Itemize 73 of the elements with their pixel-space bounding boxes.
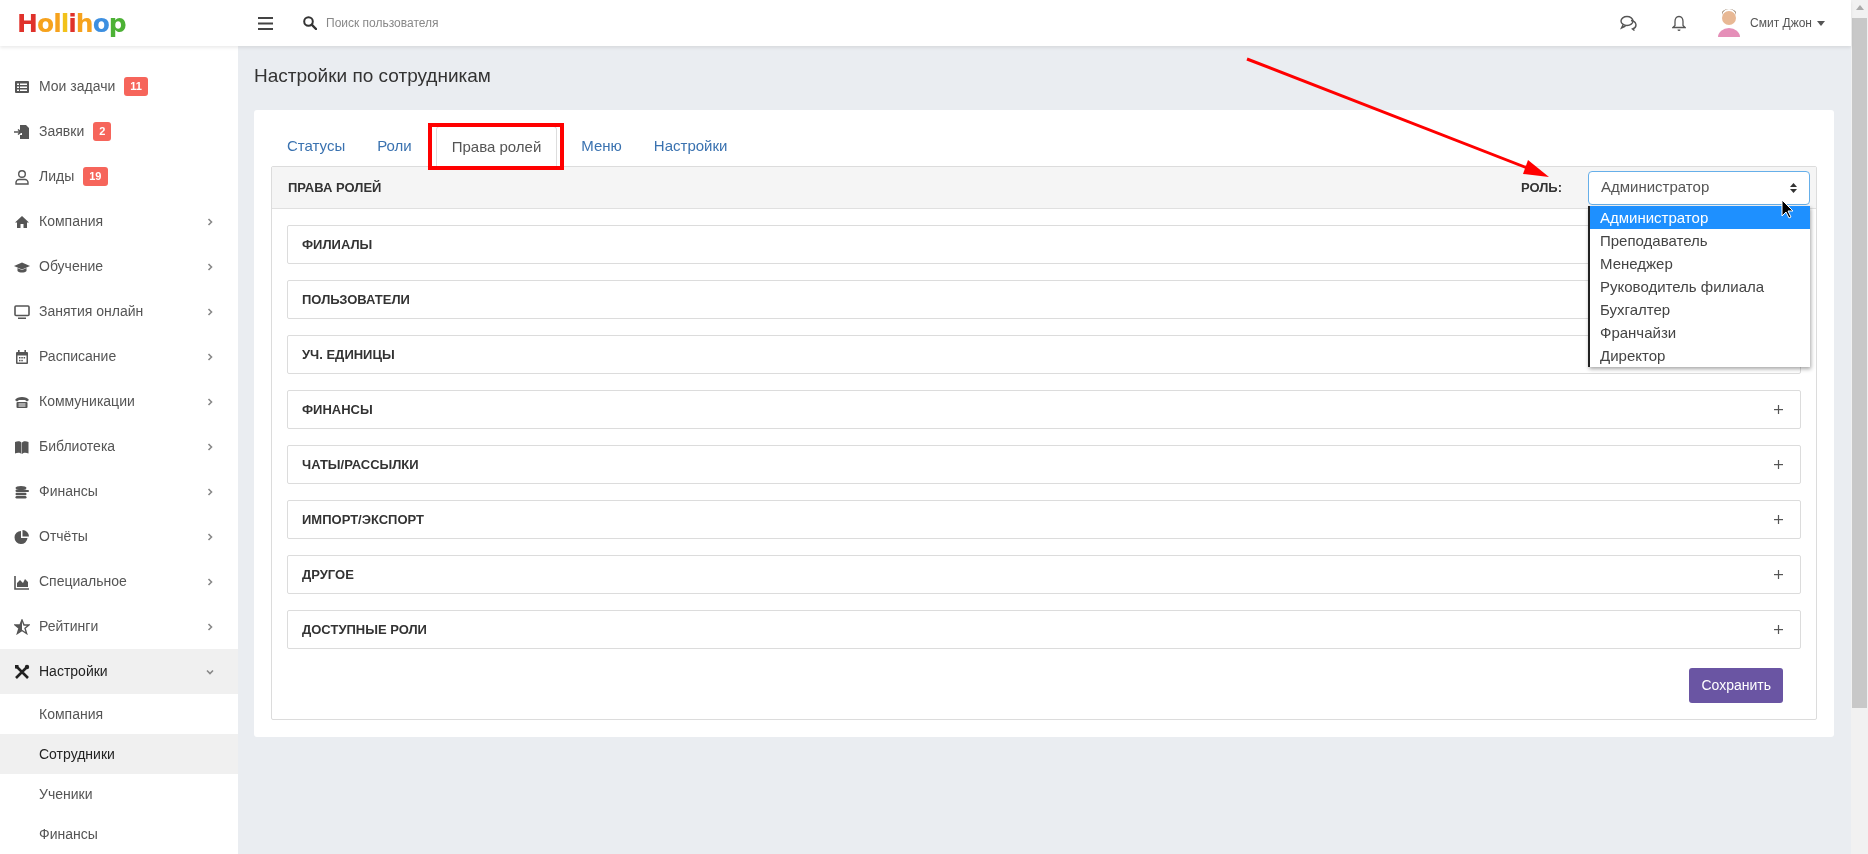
plus-icon[interactable]: [1774, 625, 1783, 634]
sidebar-item[interactable]: Лиды 19: [0, 154, 238, 199]
count-badge: 11: [124, 77, 148, 96]
dropdown-option[interactable]: Бухгалтер: [1590, 297, 1810, 321]
sidebar-item[interactable]: Компания: [0, 199, 238, 244]
sidebar-item[interactable]: Обучение: [0, 244, 238, 289]
tab[interactable]: Настройки: [637, 126, 744, 167]
section-title[interactable]: ДРУГОЕ: [302, 564, 354, 585]
sidebar-item[interactable]: Занятия онлайн: [0, 289, 238, 334]
page-title: Настройки по сотрудникам: [254, 64, 492, 88]
bell-icon[interactable]: [1672, 14, 1687, 32]
role-select[interactable]: Администратор: [1588, 170, 1810, 205]
sidebar-item[interactable]: Мои задачи 11: [0, 64, 238, 109]
tab[interactable]: Права ролей: [435, 126, 558, 167]
sidebar-item[interactable]: Рейтинги: [0, 604, 238, 649]
caret-icon[interactable]: [1817, 20, 1825, 26]
list-icon: [14, 78, 30, 95]
chat-icon[interactable]: [1620, 15, 1640, 31]
submenu-item[interactable]: Финансы: [0, 814, 238, 854]
sidebar-item[interactable]: Отчёты: [0, 514, 238, 559]
plus-icon[interactable]: [1774, 570, 1783, 579]
search-field[interactable]: Поиск пользователя: [326, 14, 626, 32]
sidebar-item[interactable]: Специальное: [0, 559, 238, 604]
section-title[interactable]: УЧ. ЕДИНИЦЫ: [302, 344, 395, 365]
star-icon: [14, 618, 30, 635]
section-title[interactable]: ДОСТУПНЫЕ РОЛИ: [302, 619, 427, 640]
tab[interactable]: Роли: [361, 126, 428, 167]
logo[interactable]: Hollihop: [17, 10, 126, 36]
sidebar-item[interactable]: Настройки: [0, 649, 238, 694]
count-badge: 2: [93, 122, 112, 141]
menu-icon[interactable]: [258, 16, 273, 30]
role-label: РОЛЬ:: [1520, 178, 1562, 197]
plus-icon[interactable]: [1774, 460, 1783, 469]
sort-icon: [1790, 182, 1797, 193]
plus-icon[interactable]: [1774, 405, 1783, 414]
book-icon: [14, 438, 30, 455]
dropdown-option[interactable]: Франчайзи: [1590, 320, 1810, 344]
plus-icon[interactable]: [1774, 515, 1783, 524]
sidebar-item[interactable]: Библиотека: [0, 424, 238, 469]
panel-title: ПРАВА РОЛЕЙ: [288, 178, 382, 197]
section-title[interactable]: ЧАТЫ/РАССЫЛКИ: [302, 454, 419, 475]
tools-icon: [14, 663, 30, 680]
tab[interactable]: Меню: [565, 126, 638, 167]
section-title[interactable]: ФИНАНСЫ: [302, 399, 373, 420]
scrollbar-thumb[interactable]: [1852, 18, 1867, 708]
submenu-item[interactable]: Ученики: [0, 774, 238, 814]
coins-icon: [14, 483, 30, 500]
sidebar-item[interactable]: Коммуникации: [0, 379, 238, 424]
dropdown-option[interactable]: Преподаватель: [1590, 228, 1810, 252]
dropdown-option[interactable]: Директор: [1590, 343, 1810, 367]
count-badge: 19: [83, 167, 108, 186]
scrollbar[interactable]: [1851, 0, 1868, 854]
submenu-item[interactable]: Сотрудники: [0, 734, 238, 774]
calendar-icon: [14, 348, 30, 365]
section-title[interactable]: ИМПОРТ/ЭКСПОРТ: [302, 509, 424, 530]
section-title[interactable]: ФИЛИАЛЫ: [302, 234, 373, 255]
search-icon: [303, 16, 317, 30]
sidebar-item[interactable]: Финансы: [0, 469, 238, 514]
save-button[interactable]: Сохранить: [1689, 668, 1783, 703]
sidebar-item[interactable]: Расписание: [0, 334, 238, 379]
pie-chart-icon: [14, 528, 30, 545]
dropdown-option[interactable]: Менеджер: [1590, 251, 1810, 275]
user-icon: [14, 168, 30, 185]
user-name[interactable]: Смит Джон: [1750, 14, 1812, 32]
sidebar-item[interactable]: Заявки 2: [0, 109, 238, 154]
dropdown-option[interactable]: Руководитель филиала: [1590, 274, 1810, 298]
home-icon: [14, 213, 30, 230]
area-chart-icon: [14, 573, 30, 590]
tab[interactable]: Статусы: [271, 126, 362, 167]
monitor-icon: [14, 303, 30, 320]
section-title[interactable]: ПОЛЬЗОВАТЕЛИ: [302, 289, 410, 310]
submenu-item[interactable]: Компания: [0, 694, 238, 734]
sign-in-icon: [14, 123, 30, 140]
